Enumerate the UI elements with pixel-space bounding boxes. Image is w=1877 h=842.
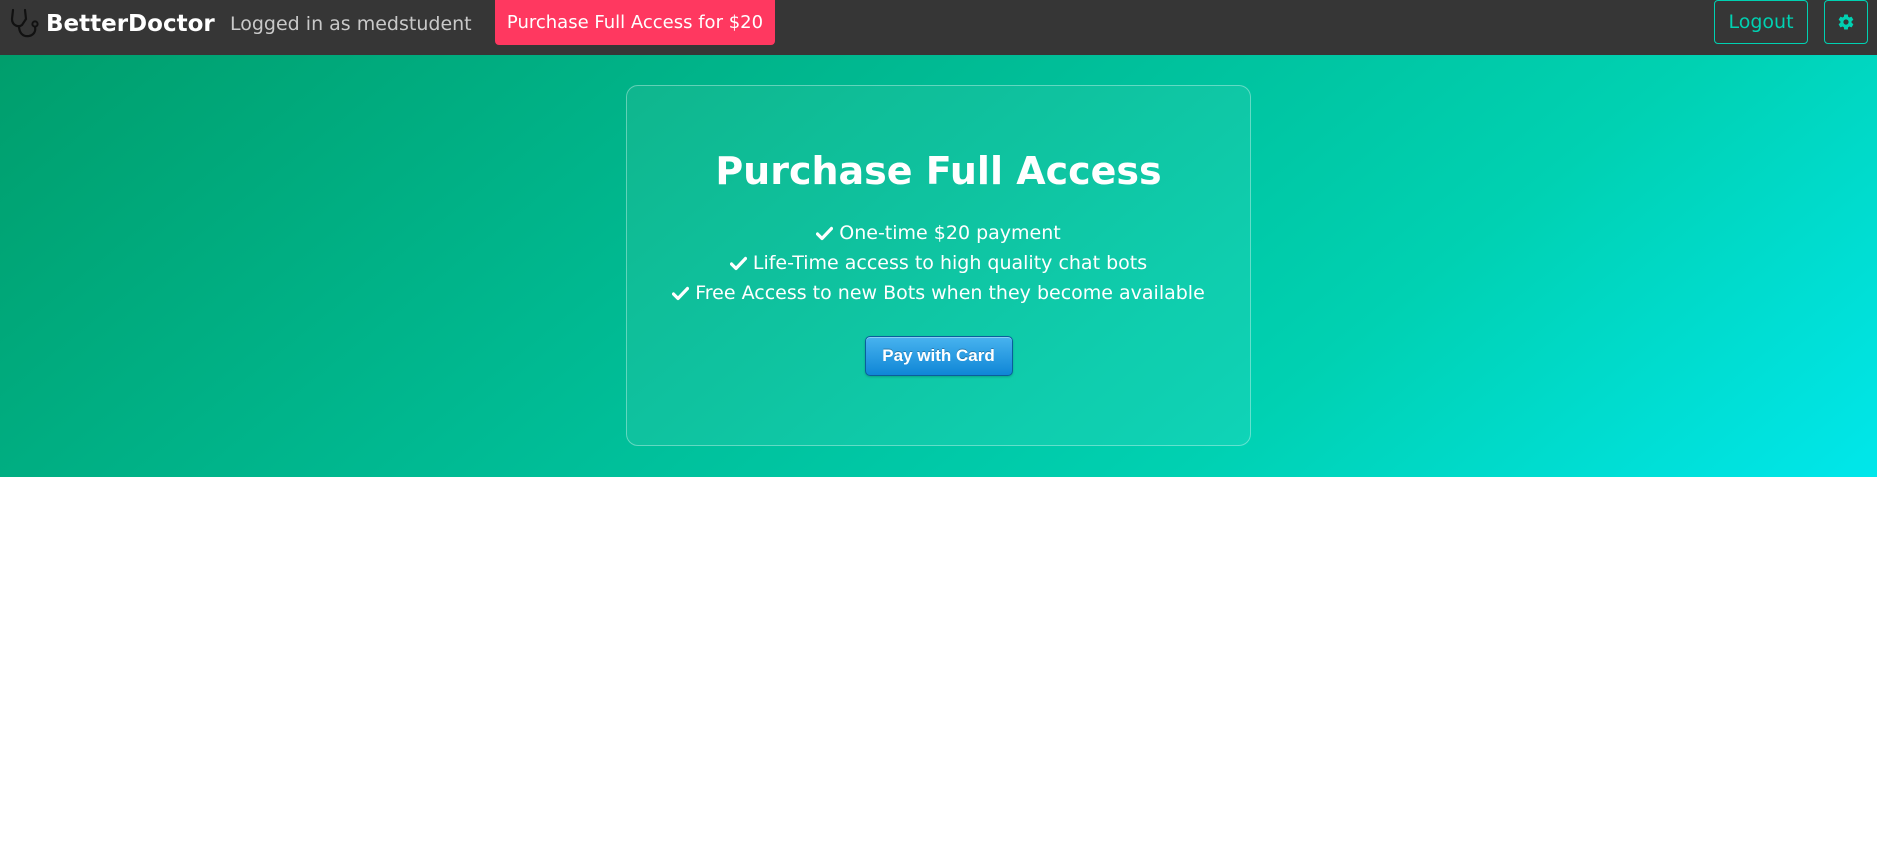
feature-item: One-time $20 payment bbox=[627, 218, 1250, 248]
gear-icon bbox=[1838, 14, 1854, 30]
brand-link[interactable]: BetterDoctor bbox=[8, 0, 215, 48]
navbar: BetterDoctor Logged in as medstudent Pur… bbox=[0, 0, 1877, 55]
check-icon bbox=[672, 286, 690, 301]
pay-with-card-button[interactable]: Pay with Card bbox=[864, 336, 1013, 376]
purchase-title: Purchase Full Access bbox=[715, 149, 1162, 193]
feature-text: Free Access to new Bots when they become… bbox=[695, 282, 1205, 304]
feature-item: Free Access to new Bots when they become… bbox=[627, 278, 1250, 308]
stethoscope-icon bbox=[10, 8, 39, 38]
brand-name: BetterDoctor bbox=[46, 11, 215, 37]
check-icon bbox=[729, 256, 747, 271]
logout-button[interactable]: Logout bbox=[1714, 0, 1808, 44]
settings-button[interactable] bbox=[1824, 0, 1868, 44]
feature-item: Life-Time access to high quality chat bo… bbox=[627, 248, 1250, 278]
purchase-full-access-button[interactable]: Purchase Full Access for $20 bbox=[495, 0, 775, 45]
purchase-card: Purchase Full Access One-time $20 paymen… bbox=[626, 85, 1251, 446]
feature-text: One-time $20 payment bbox=[839, 222, 1061, 244]
feature-list: One-time $20 payment Life-Time access to… bbox=[627, 218, 1250, 308]
hero-section: Purchase Full Access One-time $20 paymen… bbox=[0, 55, 1877, 477]
logged-in-status: Logged in as medstudent bbox=[230, 13, 472, 35]
check-icon bbox=[816, 226, 834, 241]
feature-text: Life-Time access to high quality chat bo… bbox=[752, 252, 1148, 274]
